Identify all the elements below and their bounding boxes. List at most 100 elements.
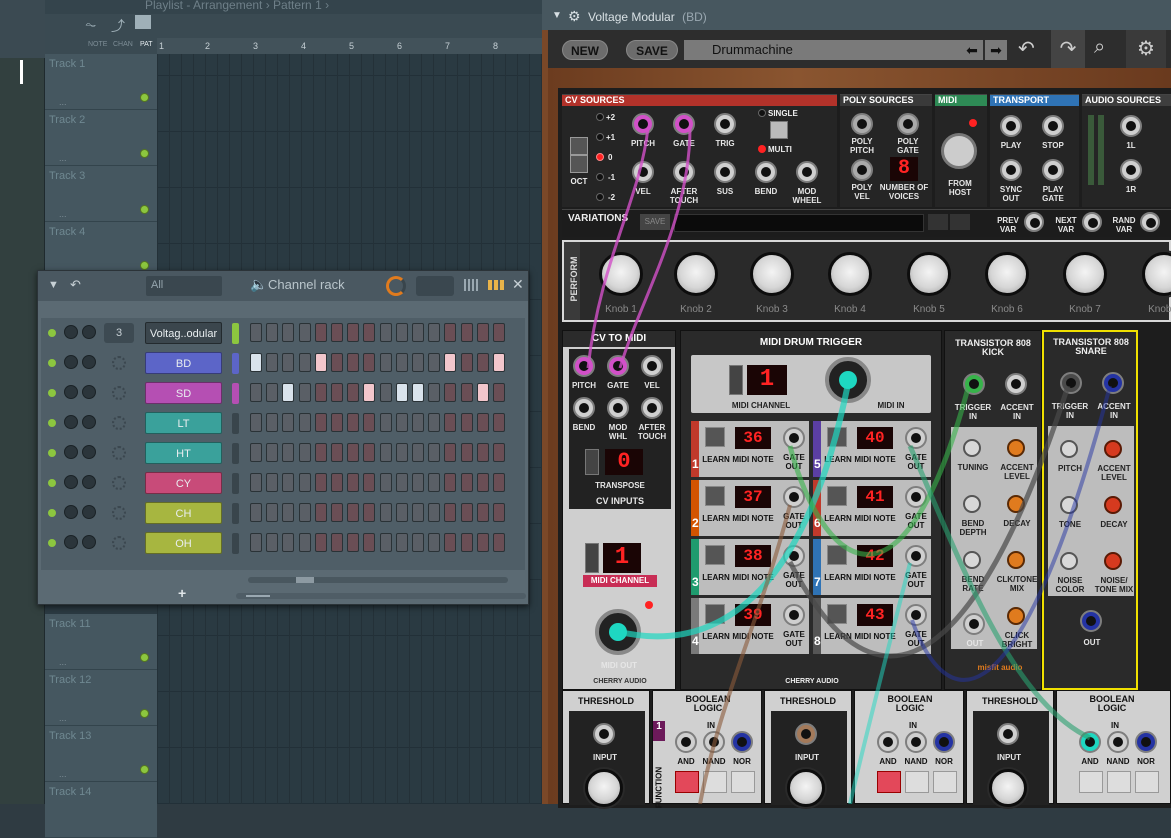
steps-icon[interactable] [488, 280, 504, 290]
and-gate-button[interactable] [877, 771, 901, 793]
nor-jack[interactable] [933, 731, 955, 753]
menu-arrow-icon[interactable]: ▼ [552, 10, 562, 21]
track-enable-led[interactable] [140, 709, 149, 718]
step-pad[interactable] [412, 323, 424, 342]
step-pad[interactable] [428, 443, 441, 462]
step-pad[interactable] [476, 473, 489, 492]
step-pad[interactable] [428, 533, 441, 552]
step-pad[interactable] [493, 323, 505, 342]
nand-gate-button[interactable] [1107, 771, 1131, 793]
step-pad[interactable] [395, 443, 408, 462]
mixer-track-number[interactable]: 3 [104, 323, 134, 343]
octave-down-button[interactable] [570, 155, 588, 173]
channel-pan-knob[interactable] [64, 415, 78, 429]
track-header[interactable]: Track 11... [45, 614, 157, 670]
channel-filter-select[interactable]: All [146, 276, 222, 296]
snare-trigger-in-jack[interactable] [1060, 372, 1082, 394]
step-pad[interactable] [266, 413, 279, 432]
step-pad[interactable] [444, 473, 457, 492]
step-pad[interactable] [266, 353, 279, 372]
stop-jack[interactable] [1042, 115, 1064, 137]
channel-rack-scrollbar[interactable] [248, 577, 508, 583]
step-pad[interactable] [476, 533, 489, 552]
step-pad[interactable] [460, 413, 473, 432]
nand-jack[interactable] [1107, 731, 1129, 753]
snare-pitch-knob[interactable] [1060, 440, 1078, 458]
channel-volume-knob[interactable] [82, 505, 96, 519]
mixer-link-icon[interactable] [112, 536, 126, 550]
channel-row[interactable]: SD [38, 379, 528, 409]
perform-knob[interactable] [907, 252, 951, 296]
channel-row[interactable]: 3 Voltag..odular [38, 319, 528, 349]
learn-button[interactable] [827, 427, 847, 447]
step-pad[interactable] [379, 473, 392, 492]
step-pad[interactable] [363, 533, 376, 552]
step-pad[interactable] [298, 503, 311, 522]
snare-accent-level-knob[interactable] [1104, 440, 1122, 458]
menu-arrow-icon[interactable]: ▼ [48, 279, 59, 291]
wave-icon[interactable]: ⏦ [85, 16, 96, 33]
threshold-knob[interactable] [989, 769, 1027, 807]
channel-volume-knob[interactable] [82, 445, 96, 459]
step-pad[interactable] [282, 413, 295, 432]
step-pad[interactable] [379, 323, 392, 342]
step-pad[interactable] [331, 413, 343, 432]
steps-display[interactable] [416, 276, 454, 296]
track-header[interactable]: Track 14 [45, 782, 157, 838]
step-pad[interactable] [347, 353, 360, 372]
threshold-input-jack[interactable] [795, 723, 817, 745]
step-pad[interactable] [493, 533, 505, 552]
nor-gate-button[interactable] [731, 771, 755, 793]
step-pad[interactable] [363, 323, 376, 342]
nor-jack[interactable] [731, 731, 753, 753]
mixer-link-icon[interactable] [112, 416, 126, 430]
perform-knob[interactable] [985, 252, 1029, 296]
channel-pan-knob[interactable] [64, 505, 78, 519]
step-pad[interactable] [347, 443, 360, 462]
prev-preset-arrow-icon[interactable]: ⬅ [961, 40, 983, 60]
channel-row[interactable]: BD [38, 349, 528, 379]
snare-tone-knob[interactable] [1060, 496, 1078, 514]
threshold-knob[interactable] [585, 769, 623, 807]
step-pad[interactable] [363, 353, 376, 372]
midi-note-display[interactable]: 36 [735, 427, 771, 449]
and-jack[interactable] [877, 731, 899, 753]
channel-volume-knob[interactable] [82, 325, 96, 339]
step-pad[interactable] [331, 353, 343, 372]
channel-row[interactable]: OH [38, 529, 528, 559]
channel-mute-led[interactable] [48, 479, 56, 487]
piano-icon[interactable] [135, 15, 151, 29]
clk-tone-mix-knob[interactable] [1007, 551, 1025, 569]
channel-row[interactable]: LT [38, 409, 528, 439]
gate-out-jack[interactable] [783, 604, 805, 626]
channel-name-button[interactable]: HT [145, 442, 222, 464]
gear-icon[interactable]: ⚙ [568, 8, 581, 25]
step-pad[interactable] [444, 353, 457, 372]
undo-icon[interactable]: ↶ [70, 277, 81, 293]
step-pad[interactable] [314, 323, 327, 342]
bend-jack[interactable] [755, 161, 777, 183]
channel-select-indicator[interactable] [232, 323, 239, 344]
step-pad[interactable] [282, 443, 295, 462]
step-pad[interactable] [331, 323, 343, 342]
step-pad[interactable] [282, 503, 295, 522]
step-pad[interactable] [428, 323, 441, 342]
learn-button[interactable] [705, 604, 725, 624]
step-pad[interactable] [460, 533, 473, 552]
nand-jack[interactable] [905, 731, 927, 753]
channel-row[interactable]: HT [38, 439, 528, 469]
step-pad[interactable] [314, 383, 327, 402]
mixer-link-icon[interactable] [112, 476, 126, 490]
channel-select-indicator[interactable] [232, 503, 239, 524]
step-pad[interactable] [298, 323, 311, 342]
prev-var-jack[interactable] [1024, 212, 1044, 232]
step-pad[interactable] [347, 413, 360, 432]
channel-stepper[interactable] [585, 543, 599, 573]
zoom-icon[interactable]: ⌕ [1094, 36, 1105, 59]
step-pad[interactable] [266, 503, 279, 522]
track-enable-led[interactable] [140, 653, 149, 662]
variation-prev-arrow-icon[interactable] [928, 214, 948, 230]
mixer-link-icon[interactable] [112, 386, 126, 400]
bend-depth-knob[interactable] [963, 495, 981, 513]
track-header[interactable]: Track 2... [45, 110, 157, 166]
